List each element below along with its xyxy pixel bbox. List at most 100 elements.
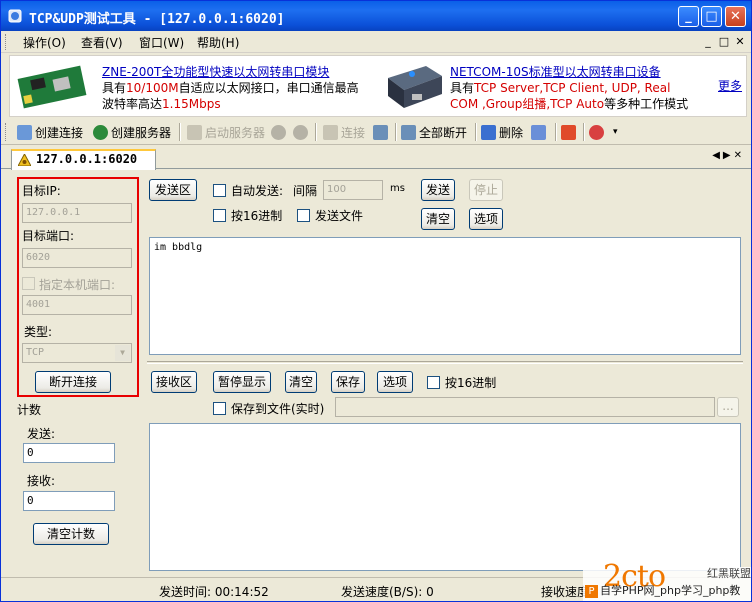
remove-icon bbox=[293, 124, 308, 140]
toolbar: 创建连接 创建服务器 启动服务器 连接 全部断开 删除 ▾ bbox=[1, 119, 751, 145]
help-icon bbox=[589, 124, 604, 140]
watermark-p-icon: P bbox=[585, 585, 598, 598]
menu-view[interactable]: 查看(V) bbox=[81, 34, 123, 51]
disconnect-connection-button[interactable]: 断开连接 bbox=[35, 371, 111, 393]
tab-bar: 127.0.0.1:6020 ◀▶✕ bbox=[1, 147, 751, 170]
target-port-label: 目标端口: bbox=[22, 229, 75, 243]
mdi-maximize-button[interactable]: □ bbox=[717, 35, 731, 48]
save-button[interactable]: 保存 bbox=[331, 371, 365, 393]
send-button[interactable]: 发送 bbox=[421, 179, 455, 201]
ad-more-link[interactable]: 更多 bbox=[718, 78, 742, 94]
local-port-checkbox[interactable] bbox=[22, 277, 35, 290]
send-options-button[interactable]: 选项 bbox=[469, 208, 503, 230]
start-server-icon bbox=[187, 124, 202, 140]
disconnect-all-button[interactable]: 全部断开 bbox=[401, 123, 467, 141]
send-hex-checkbox[interactable] bbox=[213, 209, 226, 222]
interval-field[interactable]: 100 bbox=[323, 180, 383, 200]
title-bar: TCP&UDP测试工具 - [127.0.0.1:6020] _ □ ✕ bbox=[1, 1, 751, 31]
maximize-button[interactable]: □ bbox=[701, 6, 722, 27]
send-file-label: 发送文件 bbox=[315, 209, 364, 223]
send-time-status: 发送时间: 00:14:52 bbox=[159, 585, 269, 599]
delete-button[interactable]: 删除 bbox=[481, 123, 523, 141]
disconnect-button[interactable] bbox=[373, 123, 391, 141]
local-port-field[interactable]: 4001 bbox=[22, 295, 132, 315]
disconnect-all-icon bbox=[401, 124, 416, 140]
ad-right-link[interactable]: NETCOM-10S标准型以太网转串口设备 bbox=[450, 64, 688, 80]
watermark-text: P 自学PHP网_php学习_php教 bbox=[585, 582, 740, 598]
recv-count-label: 接收: bbox=[27, 474, 56, 488]
power-button[interactable] bbox=[561, 123, 579, 141]
power-icon bbox=[561, 124, 576, 140]
target-ip-label: 目标IP: bbox=[22, 184, 61, 198]
send-count-field[interactable]: 0 bbox=[23, 443, 115, 463]
send-file-checkbox[interactable] bbox=[297, 209, 310, 222]
create-connection-button[interactable]: 创建连接 bbox=[17, 123, 83, 141]
chevron-down-icon: ▼ bbox=[115, 345, 130, 361]
toolbar-separator bbox=[315, 123, 317, 141]
ad-left-link[interactable]: ZNE-200T全功能型快速以太网转串口模块 bbox=[102, 64, 359, 80]
app-icon bbox=[8, 9, 22, 23]
type-select[interactable]: TCP ▼ bbox=[22, 343, 132, 363]
connection-settings-panel: 目标IP: 127.0.0.1 目标端口: 6020 指定本机端口: 4001 … bbox=[17, 177, 139, 397]
menu-help[interactable]: 帮助(H) bbox=[197, 34, 239, 51]
toolbar-separator bbox=[555, 123, 557, 141]
stop-server-icon bbox=[271, 124, 286, 140]
send-textarea[interactable]: im bbdlg bbox=[149, 237, 741, 355]
save-to-file-checkbox[interactable] bbox=[213, 402, 226, 415]
recv-count-field[interactable]: 0 bbox=[23, 491, 115, 511]
pause-display-button[interactable]: 暂停显示 bbox=[213, 371, 271, 393]
ad-left-text: ZNE-200T全功能型快速以太网转串口模块 具有10/100M自适应以太网接口… bbox=[102, 64, 359, 111]
tab-nav-controls[interactable]: ◀▶✕ bbox=[712, 150, 745, 161]
ad-banner: ZNE-200T全功能型快速以太网转串口模块 具有10/100M自适应以太网接口… bbox=[9, 55, 747, 117]
toolbar-separator bbox=[395, 123, 397, 141]
toolbar-separator bbox=[475, 123, 477, 141]
send-count-label: 发送: bbox=[27, 427, 56, 441]
target-ip-field[interactable]: 127.0.0.1 bbox=[22, 203, 132, 223]
help-button[interactable] bbox=[589, 123, 607, 141]
window-title: TCP&UDP测试工具 - [127.0.0.1:6020] bbox=[29, 12, 285, 27]
target-port-field[interactable]: 6020 bbox=[22, 248, 132, 268]
toolbar-separator bbox=[583, 123, 585, 141]
start-server-button[interactable]: 启动服务器 bbox=[187, 123, 265, 141]
close-button[interactable]: ✕ bbox=[725, 6, 746, 27]
recv-textarea[interactable] bbox=[149, 423, 741, 571]
connect-button[interactable]: 连接 bbox=[323, 123, 365, 141]
watermark-tag: 红黑联盟 bbox=[707, 567, 751, 580]
watermark: 2cto 红黑联盟 P 自学PHP网_php学习_php教 bbox=[583, 559, 751, 601]
recv-clear-button[interactable]: 清空 bbox=[285, 371, 317, 393]
remove-server-button[interactable] bbox=[293, 123, 311, 141]
mdi-minimize-button[interactable]: _ bbox=[701, 35, 715, 48]
ad-right-text: NETCOM-10S标准型以太网转串口设备 具有TCP Server,TCP C… bbox=[450, 64, 689, 111]
recv-speed-status: 接收速度 bbox=[541, 585, 590, 599]
recv-hex-checkbox[interactable] bbox=[427, 376, 440, 389]
stop-button[interactable]: 停止 bbox=[469, 179, 503, 201]
toolbar-overflow-chevron-icon[interactable]: ▾ bbox=[613, 123, 618, 141]
send-area-button[interactable]: 发送区 bbox=[149, 179, 197, 201]
connect-icon bbox=[323, 124, 338, 140]
delete-all-button[interactable] bbox=[531, 123, 549, 141]
delete-all-icon bbox=[531, 124, 546, 140]
clear-count-button[interactable]: 清空计数 bbox=[33, 523, 109, 545]
toolbar-separator bbox=[179, 123, 181, 141]
minimize-button[interactable]: _ bbox=[678, 6, 699, 27]
send-clear-button[interactable]: 清空 bbox=[421, 208, 455, 230]
recv-hex-label: 按16进制 bbox=[445, 376, 497, 390]
delete-x-icon bbox=[481, 124, 496, 140]
local-port-label: 指定本机端口: bbox=[39, 278, 116, 292]
browse-button[interactable]: ... bbox=[717, 397, 739, 417]
recv-options-button[interactable]: 选项 bbox=[377, 371, 413, 393]
create-server-button[interactable]: 创建服务器 bbox=[93, 123, 171, 141]
interval-label: 间隔 bbox=[293, 184, 318, 198]
tab-connection[interactable]: 127.0.0.1:6020 bbox=[11, 149, 156, 170]
menu-window[interactable]: 窗口(W) bbox=[139, 34, 184, 51]
save-file-path-field[interactable] bbox=[335, 397, 715, 417]
recv-area-button[interactable]: 接收区 bbox=[151, 371, 197, 393]
auto-send-label: 自动发送: bbox=[231, 184, 284, 198]
count-label: 计数 bbox=[17, 403, 42, 417]
globe-icon bbox=[93, 124, 108, 140]
stop-server-button[interactable] bbox=[271, 123, 289, 141]
mdi-close-button[interactable]: ✕ bbox=[733, 35, 747, 48]
auto-send-checkbox[interactable] bbox=[213, 184, 226, 197]
menu-operate[interactable]: 操作(O) bbox=[23, 34, 66, 51]
splitter[interactable] bbox=[147, 361, 743, 364]
